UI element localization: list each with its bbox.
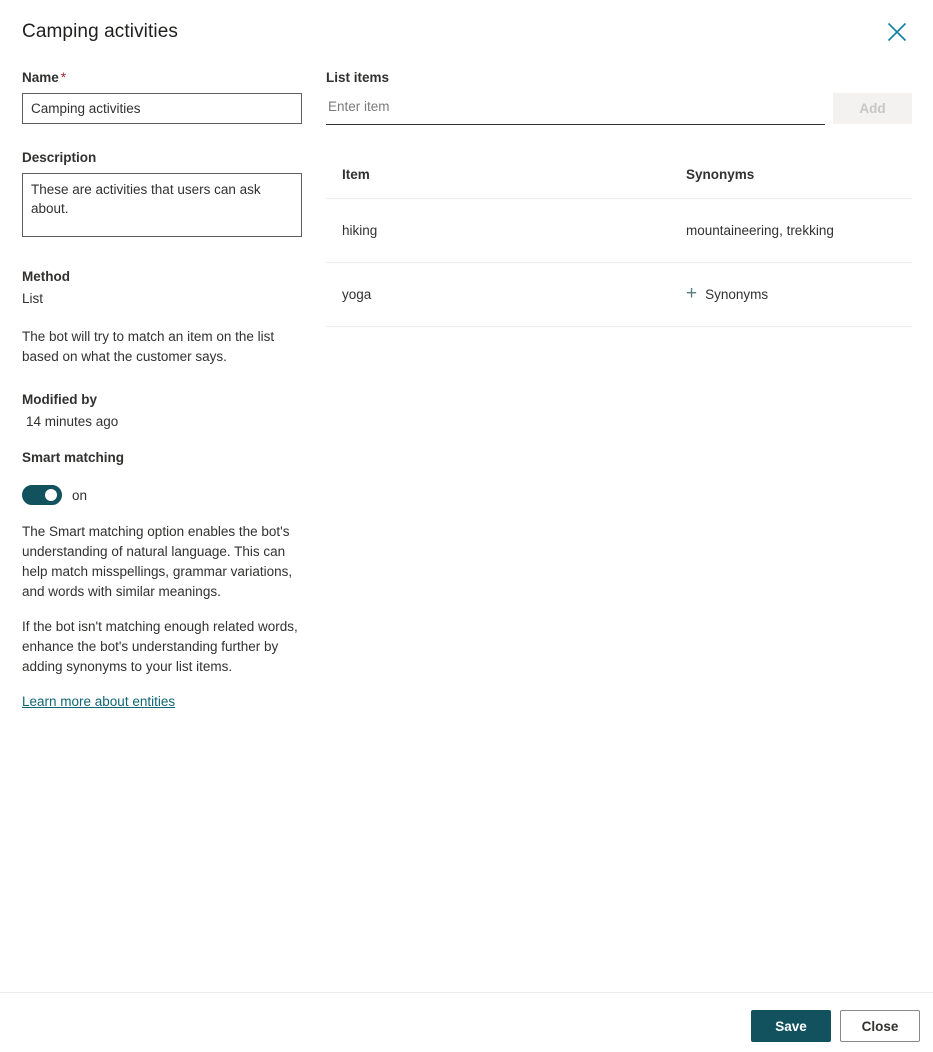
save-button[interactable]: Save — [751, 1010, 831, 1042]
smart-matching-toggle[interactable] — [22, 485, 62, 505]
modified-by-group: Modified by 14 minutes ago — [22, 390, 302, 432]
method-group: Method List The bot will try to match an… — [22, 267, 302, 367]
cell-item-synonyms: + Synonyms — [686, 283, 912, 305]
footer-actions: Save Close — [751, 1010, 920, 1042]
modified-by-label: Modified by — [22, 392, 97, 407]
add-item-row: Add — [326, 93, 912, 125]
description-field-group: Description — [22, 148, 302, 242]
close-button[interactable]: Close — [840, 1010, 920, 1042]
panel-header: Camping activities — [0, 0, 933, 62]
close-icon — [886, 21, 908, 43]
smart-matching-toggle-row: on — [22, 485, 302, 505]
add-item-button[interactable]: Add — [833, 93, 912, 124]
cell-item-name: yoga — [342, 287, 372, 302]
page-title: Camping activities — [22, 21, 178, 42]
cell-item-synonyms: mountaineering, trekking — [686, 223, 834, 238]
required-asterisk: * — [60, 70, 67, 85]
toggle-state-label: on — [72, 487, 88, 503]
table-row[interactable]: yoga + Synonyms — [326, 263, 912, 327]
smart-matching-paragraph-2: If the bot isn't matching enough related… — [22, 619, 298, 674]
method-label: Method — [22, 269, 70, 284]
right-column: List items Add Item Synonyms hiking moun… — [326, 68, 912, 327]
column-header-synonyms: Synonyms — [686, 167, 755, 182]
list-items-label: List items — [326, 70, 390, 85]
entity-detail-panel: Camping activities Name* Description Met… — [0, 0, 933, 1052]
plus-icon: + — [686, 283, 698, 305]
list-items-table: Item Synonyms hiking mountaineering, tre… — [326, 165, 912, 327]
column-header-item: Item — [342, 167, 370, 182]
toggle-knob — [45, 489, 57, 501]
smart-matching-label: Smart matching — [22, 450, 125, 465]
table-row[interactable]: hiking mountaineering, trekking — [326, 199, 912, 263]
name-input[interactable] — [22, 93, 302, 124]
name-label-text: Name — [22, 70, 59, 85]
panel-footer: Save Close — [0, 992, 933, 1052]
cell-item-name: hiking — [342, 223, 378, 238]
close-panel-button[interactable] — [881, 16, 913, 48]
description-label: Description — [22, 150, 97, 165]
left-column: Name* Description Method List The bot wi… — [22, 68, 302, 711]
description-textarea[interactable] — [22, 173, 302, 237]
name-field-group: Name * — [22, 68, 302, 124]
method-help-text: The bot will try to match an item on the… — [22, 329, 275, 364]
modified-by-value: 14 minutes ago — [26, 414, 119, 429]
smart-matching-group: Smart matching on The Smart matching opt… — [22, 448, 302, 711]
add-synonyms-label: Synonyms — [705, 286, 769, 302]
list-item-input[interactable] — [326, 93, 825, 125]
method-value: List — [22, 291, 44, 306]
table-header-row: Item Synonyms — [326, 165, 912, 199]
name-label: Name * — [22, 68, 302, 88]
add-synonyms-button[interactable]: + Synonyms — [686, 283, 769, 305]
smart-matching-paragraph-1: The Smart matching option enables the bo… — [22, 524, 293, 599]
learn-more-link[interactable]: Learn more about entities — [22, 694, 175, 709]
